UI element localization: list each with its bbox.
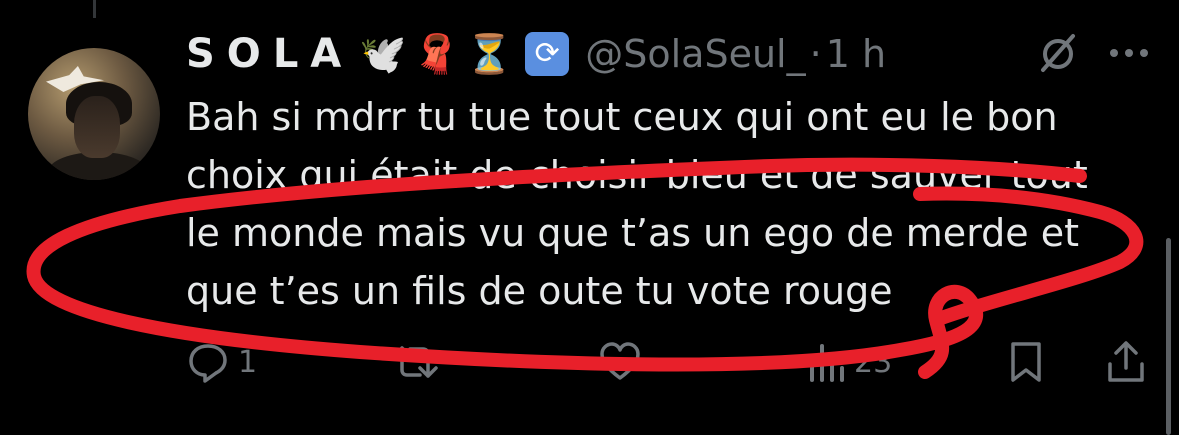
scrollbar[interactable] bbox=[1166, 238, 1171, 435]
thread-line bbox=[93, 0, 96, 18]
hourglass-emoji: ⏳ bbox=[465, 32, 514, 76]
tweet-text-line: le monde mais vu que t’as un ego de merd… bbox=[186, 211, 1079, 255]
retweet-icon bbox=[392, 346, 438, 378]
avatar[interactable] bbox=[28, 48, 160, 180]
display-name[interactable]: SOLA bbox=[186, 31, 353, 77]
header-icons bbox=[1035, 30, 1149, 76]
tweet-header: SOLA 🕊️ 🧣 ⏳ ⟳ @SolaSeul_ · 1 h bbox=[186, 26, 886, 82]
timestamp[interactable]: 1 h bbox=[826, 32, 886, 76]
retweet-button[interactable] bbox=[392, 340, 446, 384]
more-icon[interactable] bbox=[1109, 47, 1149, 59]
tweet-text: Bah si mdrr tu tue tout ceux qui ont eu … bbox=[186, 88, 1136, 320]
sync-emoji: ⟳ bbox=[525, 32, 570, 76]
bookmark-icon bbox=[1011, 342, 1041, 382]
separator-dot: · bbox=[809, 32, 822, 76]
share-button[interactable] bbox=[1106, 340, 1146, 384]
reply-button[interactable]: 1 bbox=[186, 340, 257, 384]
views-icon bbox=[810, 344, 844, 382]
tweet-text-line: choix qui était de choisir bleu et de sa… bbox=[186, 153, 1088, 197]
views-count: 23 bbox=[854, 344, 893, 380]
tweet-text-line: que t’es un fils de oute tu vote rouge bbox=[186, 269, 893, 313]
dove-emoji: 🕊️ bbox=[359, 32, 407, 76]
tweet[interactable]: SOLA 🕊️ 🧣 ⏳ ⟳ @SolaSeul_ · 1 h Bah si md… bbox=[0, 0, 1179, 435]
bookmark-button[interactable] bbox=[1008, 340, 1044, 384]
reply-count: 1 bbox=[238, 344, 258, 380]
reply-icon bbox=[189, 344, 227, 383]
scarf-emoji: 🧣 bbox=[412, 32, 460, 76]
like-button[interactable] bbox=[598, 340, 650, 382]
like-icon bbox=[600, 342, 640, 380]
tweet-text-line: Bah si mdrr tu tue tout ceux qui ont eu … bbox=[186, 95, 1058, 139]
share-icon bbox=[1108, 341, 1144, 382]
action-bar: 1 23 bbox=[186, 340, 1156, 390]
user-handle[interactable]: @SolaSeul_ bbox=[585, 32, 805, 76]
views-button[interactable]: 23 bbox=[806, 340, 892, 384]
grok-icon[interactable] bbox=[1035, 30, 1081, 76]
